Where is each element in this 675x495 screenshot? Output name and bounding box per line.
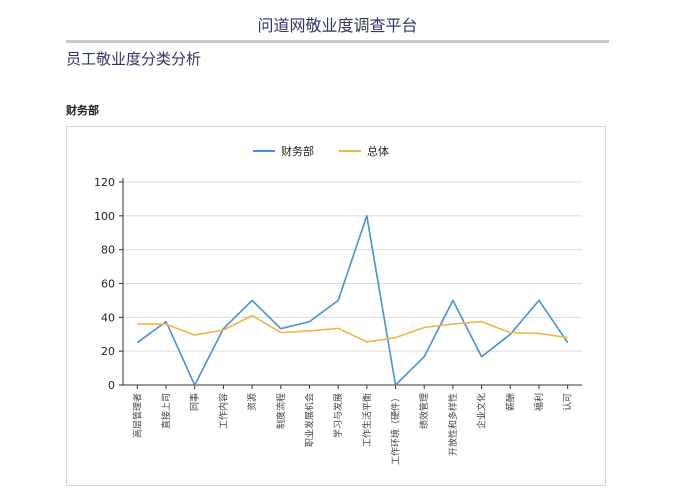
site-title: 问道网敬业度调查平台 [257,16,418,35]
x-tick-label: 绩效管理 [418,393,430,429]
y-tick-label: 100 [94,210,115,223]
section-title: 员工敬业度分类分析 [66,50,202,68]
x-tick-label: 认可 [562,393,574,411]
y-tick-label: 40 [101,311,115,324]
x-tick-label: 工作生活平衡 [361,393,373,447]
series-line-2 [137,314,568,343]
y-tick-label: 0 [108,379,115,392]
y-tick-label: 20 [101,345,115,358]
x-tick-label: 开放性和多样性 [447,393,459,456]
legend-label[interactable]: 财务部 [281,144,314,158]
legend-label[interactable]: 总体 [367,144,389,158]
x-tick-label: 高层管理者 [131,393,143,438]
x-tick-label: 同事 [189,393,201,411]
title-divider [66,40,609,43]
line-chart: 0 20 40 60 80 100 120 高层管理者 直接上司 同事 工作内容 资源 制度流程 职业发展… [94,144,582,465]
y-tick-label: 60 [101,278,115,291]
x-tick-label: 工作环境（硬件） [390,393,402,465]
y-tick-label: 120 [94,176,115,189]
department-label: 财务部 [66,104,99,117]
x-tick-label: 学习与发展 [332,393,344,438]
y-tick-label: 80 [101,244,115,257]
x-tick-label: 职业发展机会 [303,393,315,447]
x-tick-label: 资源 [247,393,258,411]
x-tick-label: 企业文化 [476,393,488,429]
x-tick-label: 直接上司 [160,393,172,429]
chart-container: 0 20 40 60 80 100 120 高层管理者 直接上司 同事 工作内容 资源 制度流程 职业发展… [66,126,606,486]
x-tick-label: 薪酬 [504,393,516,411]
x-tick-label: 工作内容 [217,393,229,429]
x-tick-label: 制度流程 [275,393,287,429]
series-line-1 [136,215,569,386]
x-tick-label: 福利 [533,393,545,411]
